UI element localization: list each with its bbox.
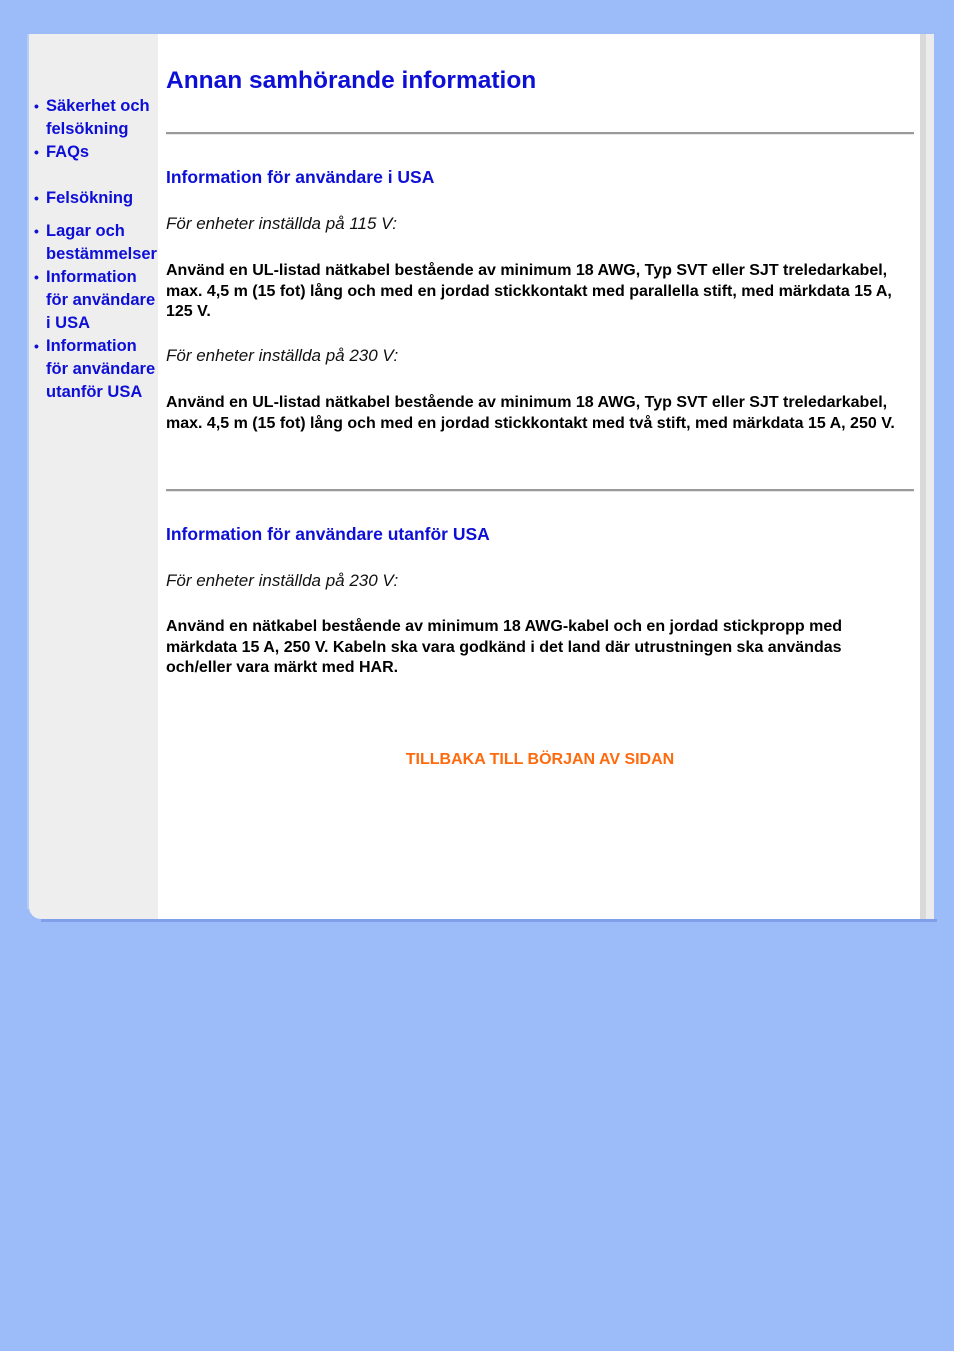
divider [166,489,914,492]
bullet-icon: • [34,98,39,114]
bullet-icon: • [34,269,39,285]
sidebar-item-label[interactable]: Information för användare i USA [46,268,155,332]
frame-bottom-shadow [41,919,937,922]
sidebar-item-info-usa[interactable]: • Information för användare i USA [34,266,162,335]
sidebar-item-sakerhet[interactable]: • Säkerhet och felsökning [34,95,162,141]
bullet-icon: • [34,338,39,354]
sidebar-item-label[interactable]: Säkerhet och felsökning [46,97,150,138]
usa-230v-text: Använd en UL-listad nätkabel bestående a… [166,394,895,432]
voltage-label-230-outside: För enheter inställda på 230 V: [166,571,399,590]
sidebar-item-label[interactable]: Lagar och bestämmelser [46,222,157,263]
sidebar-item-label[interactable]: Information för användare utanför USA [46,337,155,401]
sidebar-item-faqs[interactable]: • FAQs [34,141,162,164]
sidebar-item-info-outside-usa[interactable]: • Information för användare utanför USA [34,335,162,404]
bullet-icon: • [34,223,39,239]
page-title: Annan samhörande information [166,67,537,94]
sidebar-nav: • Säkerhet och felsökning • FAQs • Felsö… [34,95,162,404]
sidebar-item-lagar[interactable]: • Lagar och bestämmelser [34,220,162,266]
sidebar-item-felsokning[interactable]: • Felsökning [34,187,162,210]
sidebar: • Säkerhet och felsökning • FAQs • Felsö… [29,34,158,919]
divider [166,132,914,135]
page-frame: • Säkerhet och felsökning • FAQs • Felsö… [27,34,937,922]
bullet-icon: • [34,144,39,160]
voltage-label-230: För enheter inställda på 230 V: [166,346,399,365]
section-title-usa: Information för användare i USA [166,167,435,187]
section-title-outside-usa: Information för användare utanför USA [166,524,490,544]
usa-115v-text: Använd en UL-listad nätkabel bestående a… [166,262,892,320]
back-to-top-link[interactable]: TILLBAKA TILL BÖRJAN AV SIDAN [166,751,914,769]
sidebar-item-label[interactable]: FAQs [46,143,89,161]
voltage-label-115: För enheter inställda på 115 V: [166,214,397,233]
bullet-icon: • [34,190,39,206]
sidebar-item-label[interactable]: Felsökning [46,189,133,207]
outside-usa-230v-text: Använd en nätkabel bestående av minimum … [166,618,843,676]
frame-right-edge-outer [926,34,934,919]
